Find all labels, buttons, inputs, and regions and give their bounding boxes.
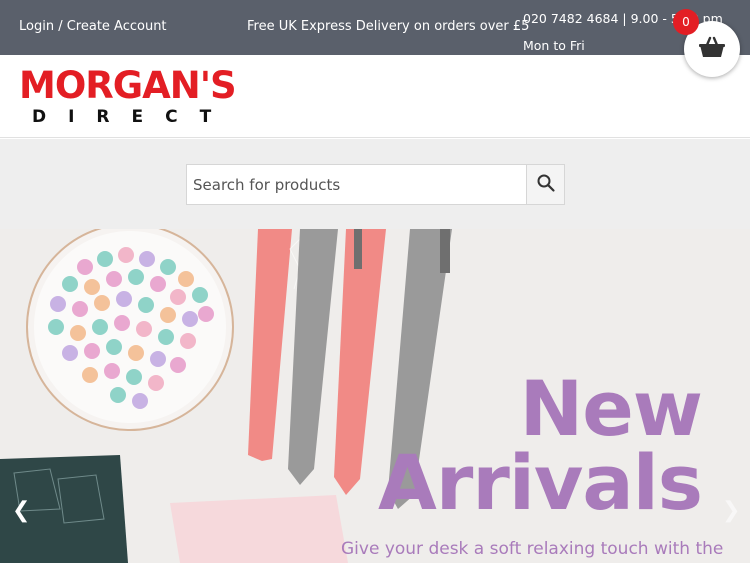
hero-subtitle: Give your desk a soft relaxing touch wit…: [341, 539, 724, 559]
login-link[interactable]: Login / Create Account: [19, 19, 167, 34]
delivery-notice: Free UK Express Delivery on orders over …: [247, 19, 530, 34]
search-button[interactable]: [526, 164, 565, 205]
top-bar: Login / Create Account Free UK Express D…: [0, 0, 750, 55]
logo-main-text: MORGAN'S: [19, 64, 237, 107]
hero-title-line1: New: [519, 364, 703, 453]
cart-count-badge: 0: [673, 9, 699, 35]
basket-icon: [698, 35, 726, 63]
chevron-right-icon[interactable]: ❯: [722, 498, 740, 523]
hero-banner[interactable]: New Arrivals Give your desk a soft relax…: [0, 229, 750, 563]
hero-title: New Arrivals: [378, 364, 703, 527]
search-icon: [536, 173, 556, 197]
search-input[interactable]: [186, 164, 527, 205]
hero-title-line2: Arrivals: [378, 438, 703, 527]
logo-sub-text: DIRECT: [32, 107, 234, 127]
chevron-left-icon[interactable]: ❮: [12, 498, 30, 523]
search-bar: [0, 139, 750, 229]
site-header: MORGAN'S DIRECT: [0, 55, 750, 138]
logo[interactable]: MORGAN'S DIRECT: [19, 67, 237, 128]
